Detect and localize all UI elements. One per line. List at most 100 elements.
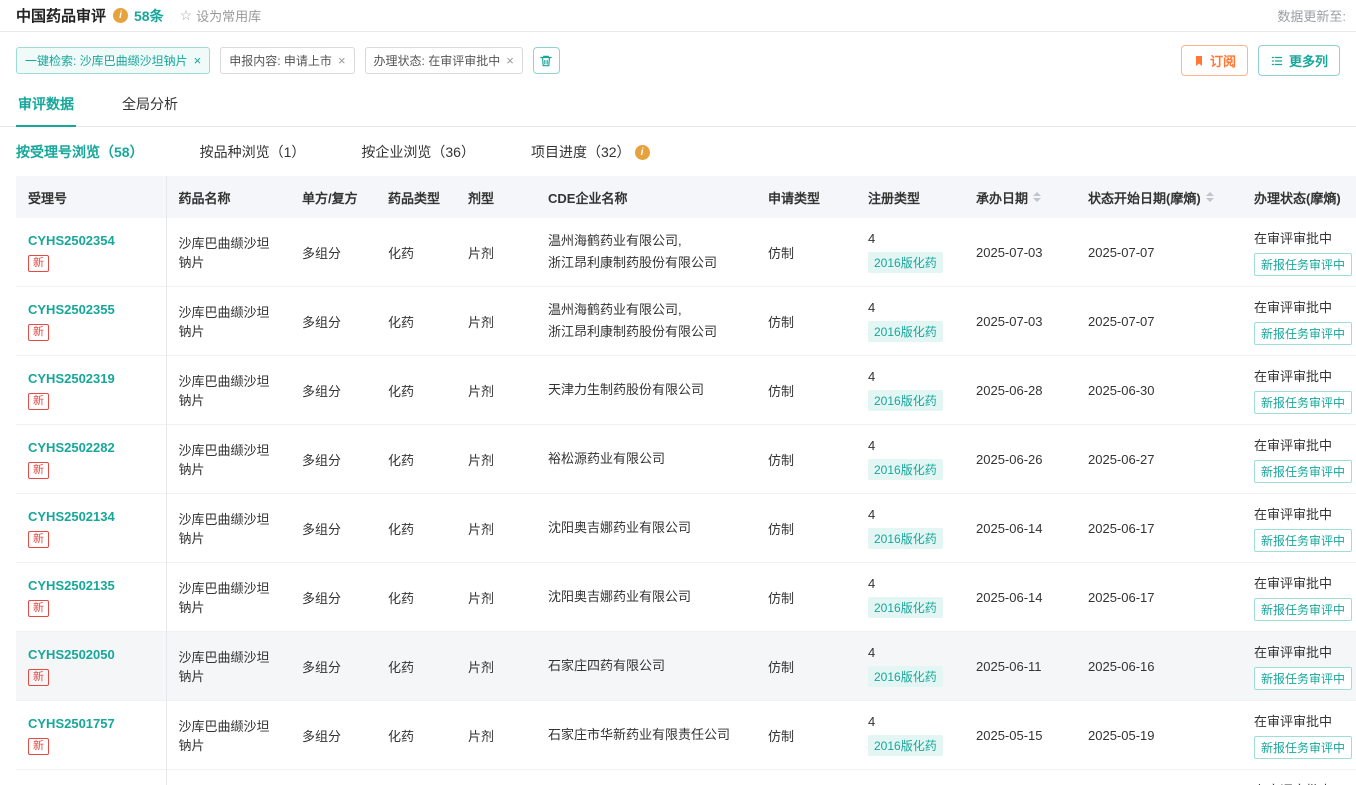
registration-type-cell: 42016版化药 bbox=[856, 356, 964, 425]
col-cde-company: CDE企业名称 bbox=[536, 176, 756, 218]
subtab[interactable]: 按受理号浏览（58） bbox=[16, 142, 144, 162]
company-cell: 温州海鹤药业有限公司, 浙江昂利康制药股份有限公司 bbox=[536, 287, 756, 356]
set-favorite-button[interactable]: ☆ 设为常用库 bbox=[180, 6, 262, 25]
process-status-text: 在审评审批中 bbox=[1254, 228, 1356, 247]
acceptance-no-link[interactable]: CYHS2502134 bbox=[28, 509, 154, 524]
col-label: 药品类型 bbox=[388, 191, 440, 206]
application-type-cell: 仿制 bbox=[756, 356, 856, 425]
process-status-text: 在审评审批中 bbox=[1254, 573, 1356, 592]
col-label: 注册类型 bbox=[868, 191, 920, 206]
registration-version-badge: 2016版化药 bbox=[868, 528, 943, 549]
filter-actions: 订阅 更多列 bbox=[1181, 45, 1340, 76]
registration-version-badge: 2016版化药 bbox=[868, 666, 943, 687]
col-drug-name: 药品名称 bbox=[166, 176, 290, 218]
dosage-form-cell: 片剂 bbox=[456, 770, 536, 785]
company-cell: 裕松源药业有限公司 bbox=[536, 425, 756, 494]
drug-name-cell: 沙库巴曲缬沙坦钠片 bbox=[166, 770, 290, 785]
more-columns-label: 更多列 bbox=[1289, 51, 1328, 70]
info-icon[interactable]: i bbox=[113, 8, 128, 23]
acceptance-cell: CYHS2501757新 bbox=[16, 701, 166, 770]
acceptance-cell: CYHS2502354 新 bbox=[16, 218, 166, 287]
table-row[interactable]: CYHS2502319新沙库巴曲缬沙坦钠片多组分化药片剂天津力生制药股份有限公司… bbox=[16, 356, 1356, 425]
registration-version-badge: 2016版化药 bbox=[868, 735, 943, 756]
table-row[interactable]: CYHS2502354新沙库巴曲缬沙坦钠片多组分化药片剂温州海鹤药业有限公司, … bbox=[16, 218, 1356, 287]
filter-tag-label: 申报内容: 申请上市 bbox=[229, 52, 332, 69]
acceptance-no-link[interactable]: CYHS2502282 bbox=[28, 440, 154, 455]
acceptance-no-link[interactable]: CYHS2502354 bbox=[28, 233, 154, 248]
close-icon[interactable]: × bbox=[194, 54, 202, 67]
results-table-wrap: 受理号 药品名称 单方/复方 药品类型 剂型 CDE企业名称 申请类型 注册类型… bbox=[16, 176, 1356, 785]
company-cell: 天津力生制药股份有限公司 bbox=[536, 356, 756, 425]
process-status-badge: 新报任务审评中 bbox=[1254, 736, 1352, 759]
acceptance-cell: CYHS2502282 新 bbox=[16, 425, 166, 494]
acceptance-cell: CYHS2502355新 bbox=[16, 287, 166, 356]
sort-icon[interactable] bbox=[1033, 188, 1041, 206]
composition-cell: 多组分 bbox=[290, 563, 376, 632]
registration-type-value: 4 bbox=[868, 438, 952, 453]
status-date-cell: 2025-07-07 bbox=[1076, 218, 1242, 287]
drug-name-cell: 沙库巴曲缬沙坦钠片 bbox=[166, 425, 290, 494]
dosage-form-cell: 片剂 bbox=[456, 701, 536, 770]
subscribe-label: 订阅 bbox=[1210, 51, 1236, 70]
acceptance-no-link[interactable]: CYHS2501757 bbox=[28, 716, 154, 731]
filter-tag: 申报内容: 申请上市 × bbox=[220, 47, 354, 74]
company-cell: 石家庄市华新药业有限责任公司 bbox=[536, 770, 756, 785]
acceptance-no-link[interactable]: CYHS2502319 bbox=[28, 371, 154, 386]
drug-type-cell: 化药 bbox=[376, 425, 456, 494]
new-badge: 新 bbox=[28, 600, 49, 617]
registration-version-badge: 2016版化药 bbox=[868, 459, 943, 480]
table-row[interactable]: CYHS2501757新沙库巴曲缬沙坦钠片多组分化药片剂石家庄市华新药业有限责任… bbox=[16, 701, 1356, 770]
more-columns-button[interactable]: 更多列 bbox=[1258, 45, 1340, 76]
table-row[interactable]: CYHS2502050新沙库巴曲缬沙坦钠片多组分化药片剂石家庄四药有限公司仿制4… bbox=[16, 632, 1356, 701]
info-icon[interactable]: i bbox=[635, 145, 650, 160]
process-status-badge: 新报任务审评中 bbox=[1254, 667, 1352, 690]
bookmark-icon bbox=[1193, 55, 1205, 67]
star-icon: ☆ bbox=[180, 7, 193, 24]
sort-icon[interactable] bbox=[1206, 188, 1214, 206]
subtab[interactable]: 按企业浏览（36） bbox=[361, 142, 475, 162]
col-application-type: 申请类型 bbox=[756, 176, 856, 218]
drug-type-cell: 化药 bbox=[376, 494, 456, 563]
topbar: 中国药品审评 i 58条 ☆ 设为常用库 数据更新至: bbox=[0, 0, 1356, 32]
dosage-form-cell: 片剂 bbox=[456, 494, 536, 563]
new-badge: 新 bbox=[28, 462, 49, 479]
table-row[interactable]: CYHS2502135新沙库巴曲缬沙坦钠片多组分化药片剂沈阳奥吉娜药业有限公司仿… bbox=[16, 563, 1356, 632]
acceptance-no-link[interactable]: CYHS2502050 bbox=[28, 647, 154, 662]
acceptance-no-link[interactable]: CYHS2502135 bbox=[28, 578, 154, 593]
process-status-badge: 新报任务审评中 bbox=[1254, 460, 1352, 483]
col-label: 单方/复方 bbox=[302, 191, 358, 206]
subtab[interactable]: 按品种浏览（1） bbox=[200, 142, 306, 162]
tab[interactable]: 审评数据 bbox=[16, 88, 76, 127]
dosage-form-cell: 片剂 bbox=[456, 563, 536, 632]
accept-date-cell: 2025-06-14 bbox=[964, 563, 1076, 632]
drug-name-cell: 沙库巴曲缬沙坦钠片 bbox=[166, 287, 290, 356]
clear-filters-button[interactable] bbox=[533, 47, 560, 74]
registration-version-badge: 2016版化药 bbox=[868, 321, 943, 342]
table-row[interactable]: CYHS2502355新沙库巴曲缬沙坦钠片多组分化药片剂温州海鹤药业有限公司, … bbox=[16, 287, 1356, 356]
table-row[interactable]: CYHS2502134新沙库巴曲缬沙坦钠片多组分化药片剂沈阳奥吉娜药业有限公司仿… bbox=[16, 494, 1356, 563]
col-process-status: 办理状态(摩熵) bbox=[1242, 176, 1356, 218]
accept-date-cell: 2025-06-14 bbox=[964, 494, 1076, 563]
col-registration-type: 注册类型 bbox=[856, 176, 964, 218]
new-badge: 新 bbox=[28, 255, 49, 272]
process-status-text: 在审评审批中 bbox=[1254, 366, 1356, 385]
close-icon[interactable]: × bbox=[338, 54, 346, 67]
table-row[interactable]: CYHS2501758新沙库巴曲缬沙坦钠片多组分化药片剂石家庄市华新药业有限责任… bbox=[16, 770, 1356, 785]
page-title: 中国药品审评 bbox=[16, 5, 106, 26]
table-body: CYHS2502354新沙库巴曲缬沙坦钠片多组分化药片剂温州海鹤药业有限公司, … bbox=[16, 218, 1356, 785]
process-status-badge: 新报任务审评中 bbox=[1254, 253, 1352, 276]
drug-type-cell: 化药 bbox=[376, 701, 456, 770]
drug-type-cell: 化药 bbox=[376, 356, 456, 425]
col-accept-date[interactable]: 承办日期 bbox=[964, 176, 1076, 218]
subscribe-button[interactable]: 订阅 bbox=[1181, 45, 1248, 76]
registration-type-value: 4 bbox=[868, 576, 952, 591]
registration-type-cell: 4 2016版化药 bbox=[856, 425, 964, 494]
col-status-start-date[interactable]: 状态开始日期(摩熵) bbox=[1076, 176, 1242, 218]
close-icon[interactable]: × bbox=[506, 54, 514, 67]
composition-cell: 多组分 bbox=[290, 356, 376, 425]
col-label: 承办日期 bbox=[976, 188, 1028, 207]
subtab[interactable]: 项目进度（32）i bbox=[531, 142, 650, 162]
tab[interactable]: 全局分析 bbox=[120, 88, 180, 126]
table-row[interactable]: CYHS2502282新沙库巴曲缬沙坦钠片多组分化药片剂裕松源药业有限公司仿制4… bbox=[16, 425, 1356, 494]
acceptance-no-link[interactable]: CYHS2502355 bbox=[28, 302, 154, 317]
